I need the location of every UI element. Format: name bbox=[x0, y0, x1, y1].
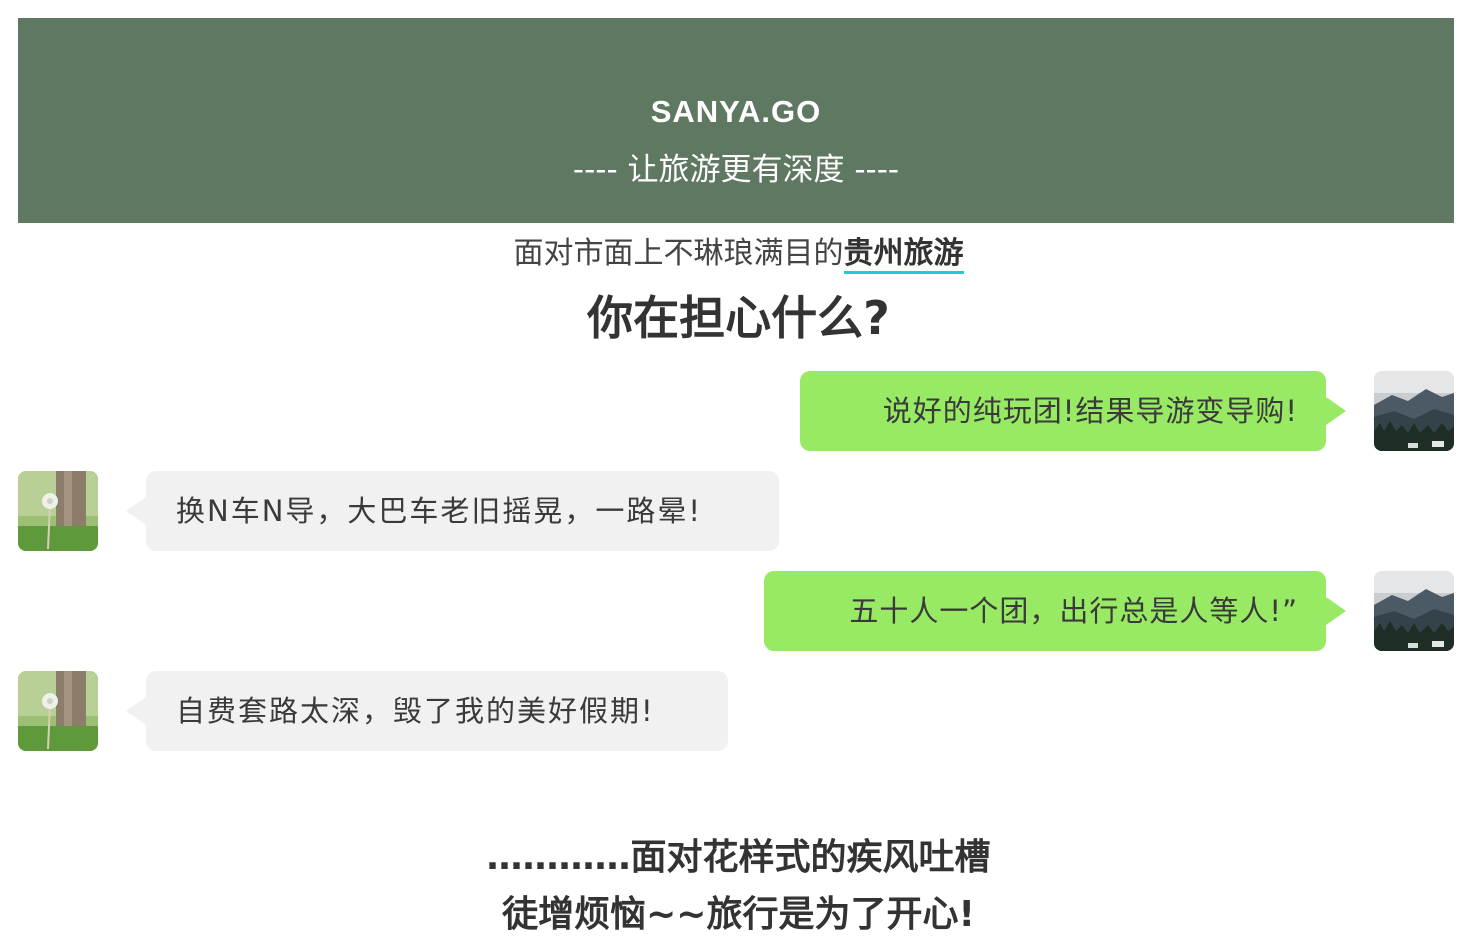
chat-bubble-right: 说好的纯玩团!结果导游变导购! bbox=[800, 371, 1346, 451]
chat-bubble-left: 换N车N导，大巴车老旧摇晃，一路晕! bbox=[126, 471, 779, 551]
question-heading: 你在担心什么? bbox=[587, 291, 890, 345]
brand-tagline: ---- 让旅游更有深度 ---- bbox=[572, 152, 900, 188]
brand-title: SANYA.GO bbox=[650, 94, 822, 129]
chat-message-text: 说好的纯玩团!结果导游变导购! bbox=[882, 394, 1298, 428]
chat-bubble-left: 自费套路太深，毁了我的美好假期! bbox=[126, 671, 728, 751]
dandelion-tree-avatar bbox=[18, 471, 98, 551]
chat-message-text: 自费套路太深，毁了我的美好假期! bbox=[176, 694, 655, 728]
closing-line-1: …………面对花样式的疾风吐槽 bbox=[486, 837, 991, 878]
chat-message-text: 五十人一个团，出行总是人等人!” bbox=[849, 594, 1298, 628]
intro-line: 面对市面上不琳琅满目的贵州旅游 bbox=[0, 228, 1477, 274]
mountain-forest-avatar bbox=[1374, 371, 1454, 451]
chat-message-text: 换N车N导，大巴车老旧摇晃，一路晕! bbox=[176, 494, 703, 528]
closing-line-2: 徒增烦恼~~旅行是为了开心! bbox=[502, 894, 975, 935]
chat-bubble-right: 五十人一个团，出行总是人等人!” bbox=[764, 571, 1346, 651]
header-banner: SANYA.GO ---- 让旅游更有深度 ---- bbox=[18, 18, 1454, 223]
intro-text: 面对市面上不琳琅满目的 bbox=[513, 236, 844, 271]
dandelion-tree-avatar bbox=[18, 671, 98, 751]
mountain-forest-avatar bbox=[1374, 571, 1454, 651]
keyword-link[interactable]: 贵州旅游 bbox=[843, 236, 964, 274]
